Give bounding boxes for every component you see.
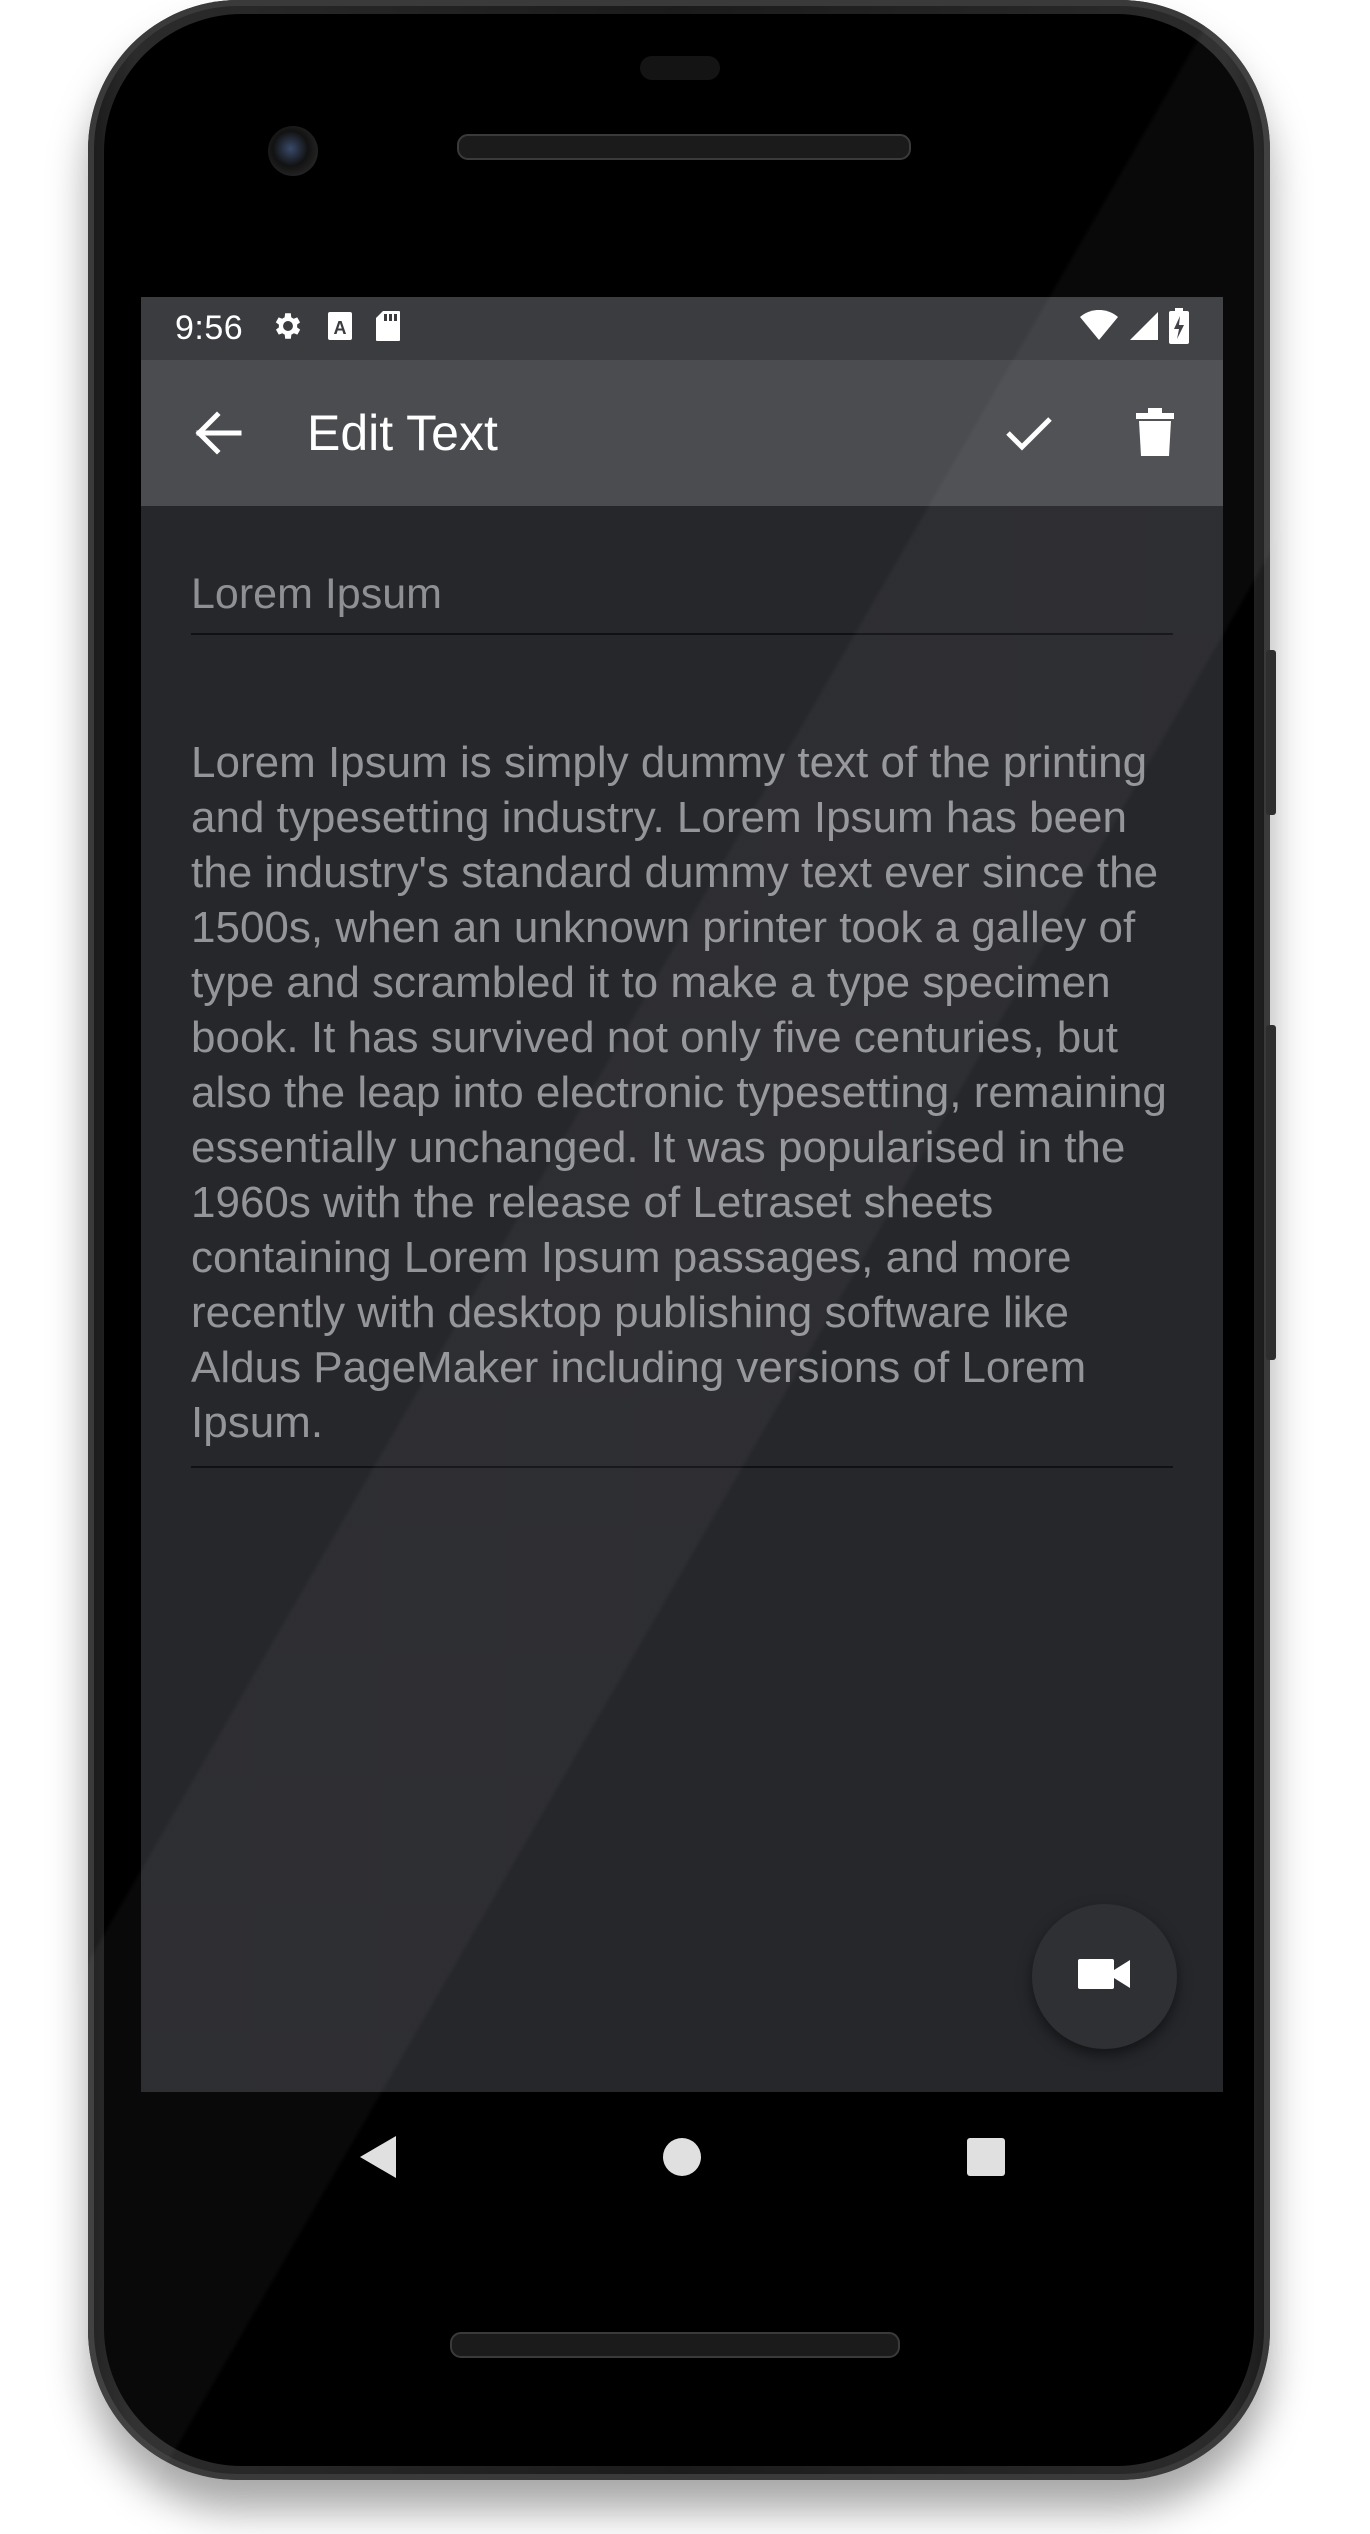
signal-icon [1129, 310, 1159, 347]
status-time: 9:56 [175, 309, 244, 347]
nav-back-icon[interactable] [338, 2117, 418, 2197]
system-nav-bar [141, 2092, 1223, 2222]
status-right-icons [1079, 308, 1189, 349]
wifi-icon [1079, 309, 1119, 347]
title-input[interactable]: Lorem Ipsum [191, 570, 1173, 636]
record-video-button[interactable] [1032, 1904, 1177, 2049]
volume-button [1266, 1025, 1276, 1360]
nav-recents-icon[interactable] [946, 2117, 1026, 2197]
proximity-sensor [640, 56, 720, 80]
status-bar: 9:56 A [141, 297, 1223, 360]
status-left-icons: A [271, 309, 401, 348]
videocam-icon [1077, 1956, 1132, 1997]
power-button [1266, 650, 1276, 815]
arrow-back-icon[interactable] [183, 398, 253, 468]
screen: 9:56 A Edit Text Lorem Ipsum Lorem Ipsum… [141, 297, 1223, 2092]
page-title: Edit Text [307, 405, 498, 461]
battery-charging-icon [1169, 308, 1189, 349]
font-a-icon: A [327, 311, 353, 346]
bottom-speaker [450, 2332, 900, 2358]
app-bar-actions [991, 395, 1193, 471]
delete-icon[interactable] [1117, 395, 1193, 471]
editor: Lorem Ipsum Lorem Ipsum is simply dummy … [191, 506, 1173, 1469]
app-bar: Edit Text [141, 360, 1223, 506]
front-camera [268, 126, 318, 176]
check-icon[interactable] [991, 395, 1067, 471]
nav-home-icon[interactable] [642, 2117, 722, 2197]
top-speaker [457, 134, 911, 160]
body-input[interactable]: Lorem Ipsum is simply dummy text of the … [191, 735, 1173, 1469]
sd-card-icon [375, 310, 401, 347]
svg-text:A: A [334, 318, 347, 338]
gear-icon [271, 309, 305, 348]
